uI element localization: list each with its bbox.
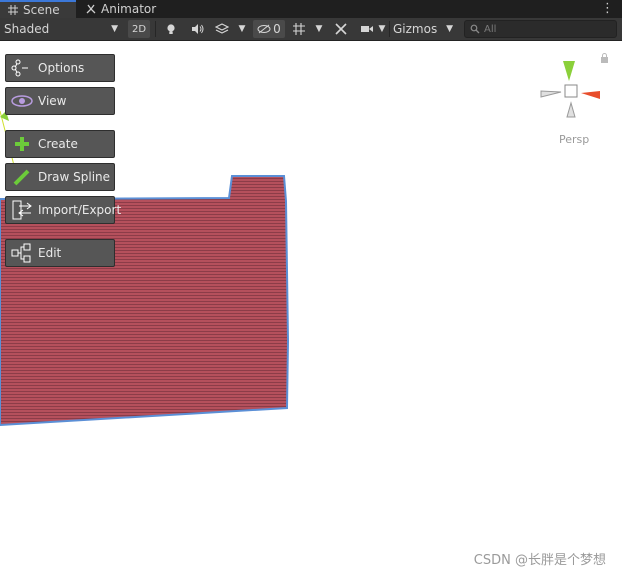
lock-icon[interactable] bbox=[600, 53, 609, 63]
projection-label[interactable]: Persp bbox=[559, 133, 589, 146]
effects-toggle-button[interactable] bbox=[211, 20, 233, 38]
pencil-icon bbox=[13, 169, 30, 186]
scene-visibility-toggle[interactable]: 0 bbox=[253, 20, 285, 38]
grid-snap-icon bbox=[293, 23, 305, 35]
camera-icon bbox=[361, 26, 373, 32]
chevron-down-icon: ▼ bbox=[446, 24, 453, 34]
sprite-shape[interactable] bbox=[0, 41, 622, 578]
create-label: Create bbox=[38, 137, 78, 151]
create-button[interactable]: Create bbox=[5, 130, 115, 158]
options-button[interactable]: Options bbox=[5, 54, 115, 82]
search-input[interactable]: All bbox=[464, 20, 617, 38]
edit-button[interactable]: Edit bbox=[5, 239, 115, 267]
layers-icon bbox=[215, 23, 229, 34]
center-cube[interactable] bbox=[564, 84, 578, 98]
grid-toggle-button[interactable] bbox=[288, 20, 310, 38]
scene-viewport[interactable]: Options View Create Draw Spline Import/E… bbox=[0, 41, 622, 578]
neg-y-axis-cone[interactable] bbox=[566, 101, 576, 118]
tab-scene[interactable]: Scene bbox=[0, 0, 76, 18]
grid-icon bbox=[8, 5, 18, 15]
draw-spline-label: Draw Spline bbox=[38, 170, 111, 184]
view-button[interactable]: View bbox=[5, 87, 115, 115]
view-label: View bbox=[38, 94, 67, 108]
import-export-label: Import/Export bbox=[38, 203, 122, 217]
tools-button[interactable] bbox=[330, 20, 352, 38]
tools-icon bbox=[335, 23, 347, 35]
import-export-button[interactable]: Import/Export bbox=[5, 196, 121, 224]
x-axis-cone[interactable] bbox=[581, 91, 600, 99]
toolbar-divider bbox=[155, 21, 156, 37]
options-label: Options bbox=[38, 61, 85, 75]
lighting-toggle-button[interactable] bbox=[160, 20, 182, 38]
shading-mode-value: Shaded bbox=[4, 22, 50, 36]
gizmos-dropdown[interactable]: Gizmos ▼ bbox=[390, 20, 456, 38]
scene-toolbar: Shaded ▼ 2D ▼ 0 ▼ ▼ Gizmos ▼ All bbox=[0, 18, 622, 41]
speaker-icon bbox=[191, 24, 203, 34]
effects-dropdown-chevron-icon[interactable]: ▼ bbox=[236, 20, 248, 38]
tab-animator[interactable]: Animator bbox=[78, 0, 164, 18]
watermark: CSDN @长胖是个梦想 bbox=[473, 553, 606, 568]
search-placeholder: All bbox=[484, 23, 497, 35]
camera-button[interactable] bbox=[356, 20, 378, 38]
animator-icon bbox=[86, 4, 96, 14]
tab-animator-label: Animator bbox=[101, 2, 157, 16]
y-axis-cone[interactable] bbox=[563, 61, 575, 81]
hidden-eye-icon bbox=[257, 24, 271, 34]
search-icon bbox=[470, 24, 480, 34]
edit-nodes-icon bbox=[11, 243, 31, 263]
audio-toggle-button[interactable] bbox=[186, 20, 208, 38]
tab-scene-label: Scene bbox=[23, 3, 60, 17]
edit-label: Edit bbox=[38, 246, 62, 260]
eye-icon bbox=[11, 95, 33, 107]
more-menu-icon[interactable]: ⋮ bbox=[601, 1, 614, 16]
tab-bar: Scene Animator ⋮ bbox=[0, 0, 622, 18]
camera-dropdown-chevron-icon[interactable]: ▼ bbox=[376, 20, 388, 38]
gizmos-label: Gizmos bbox=[393, 22, 438, 36]
options-icon bbox=[11, 59, 28, 77]
chevron-down-icon: ▼ bbox=[111, 24, 118, 34]
hidden-count: 0 bbox=[273, 22, 281, 36]
plus-icon bbox=[15, 137, 29, 151]
neg-x-axis-cone[interactable] bbox=[540, 90, 562, 98]
lightbulb-icon bbox=[167, 24, 175, 34]
orientation-gizmo[interactable] bbox=[537, 57, 607, 127]
2d-toggle-button[interactable]: 2D bbox=[128, 20, 150, 38]
import-export-icon bbox=[12, 200, 32, 220]
shading-mode-dropdown[interactable]: Shaded ▼ bbox=[0, 20, 122, 38]
draw-spline-button[interactable]: Draw Spline bbox=[5, 163, 115, 191]
grid-dropdown-chevron-icon[interactable]: ▼ bbox=[313, 20, 325, 38]
